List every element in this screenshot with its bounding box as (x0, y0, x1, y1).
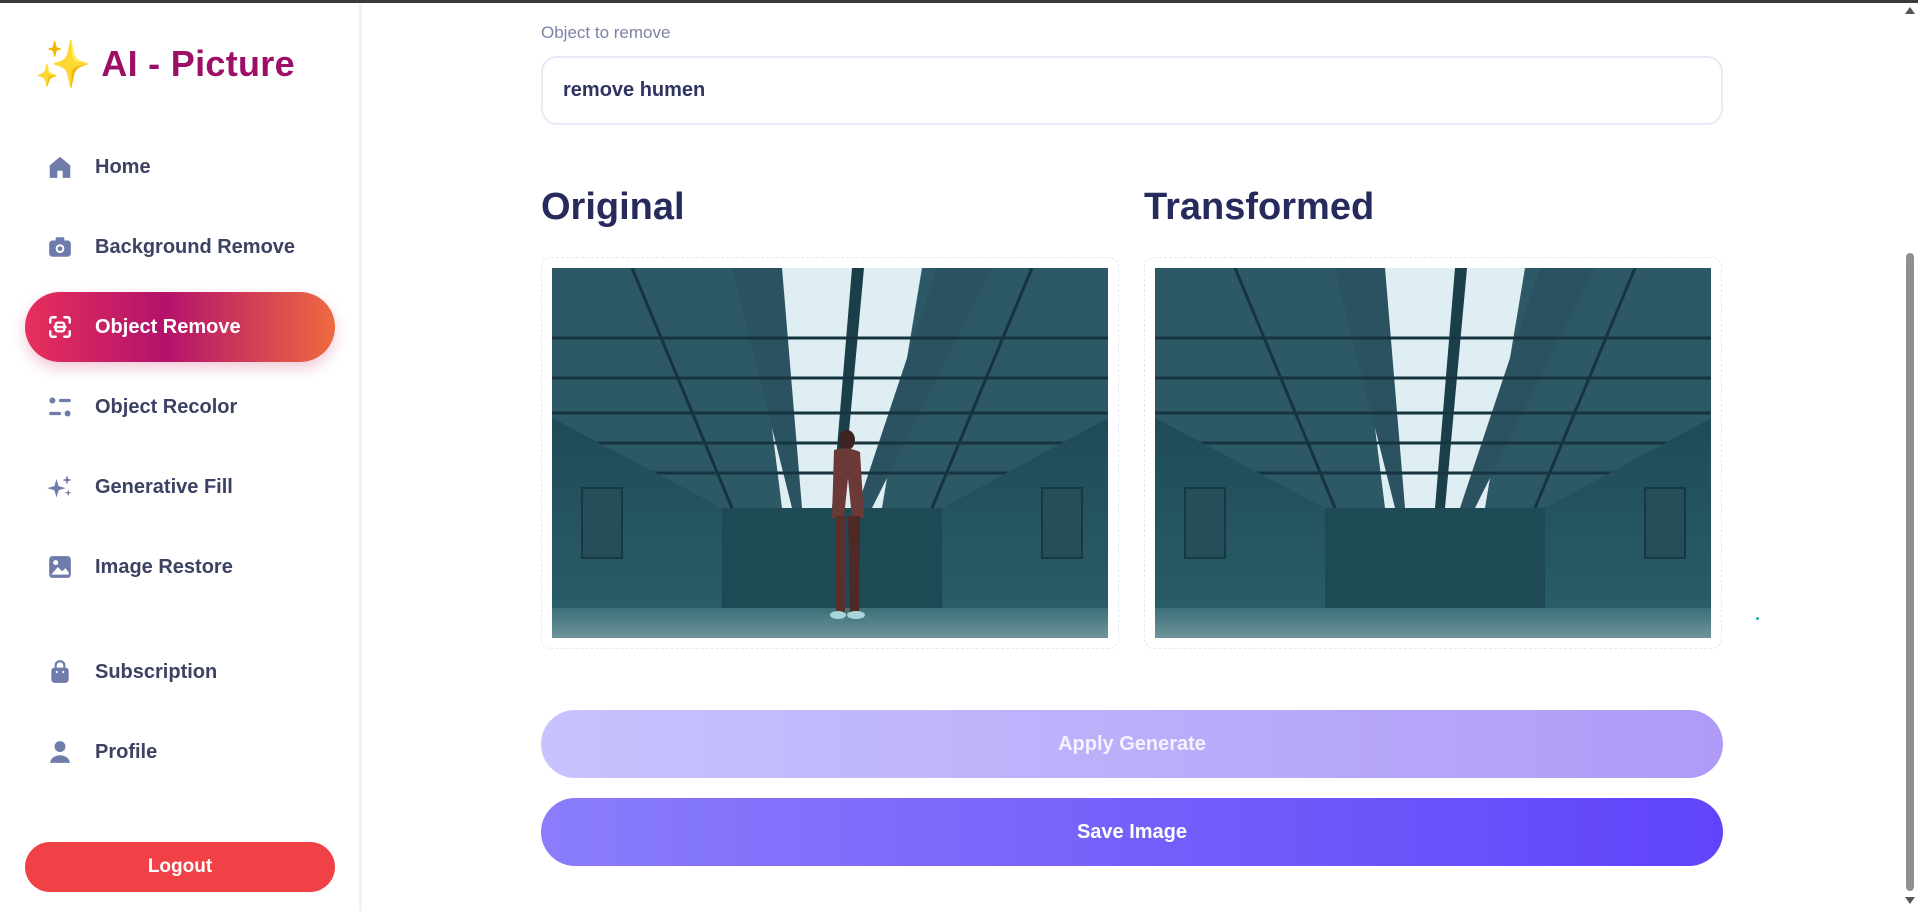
user-icon (45, 737, 75, 767)
sidebar-item-label: Image Restore (95, 555, 233, 578)
camera-icon (45, 232, 75, 262)
sidebar-item-label: Generative Fill (95, 475, 233, 498)
sidebar-item-label: Object Remove (95, 315, 241, 338)
original-image (552, 268, 1108, 638)
sidebar-item-label: Background Remove (95, 235, 296, 258)
transformed-image-frame (1144, 257, 1722, 649)
transformed-image (1155, 268, 1711, 638)
save-image-button[interactable]: Save Image (541, 798, 1723, 866)
object-to-remove-input[interactable] (541, 56, 1723, 125)
transformed-title: Transformed (1144, 186, 1375, 228)
app-logo[interactable]: ✨ AI - Picture (34, 41, 295, 87)
scan-icon (45, 312, 75, 342)
app-title: AI - Picture (101, 43, 295, 84)
logout-button[interactable]: Logout (25, 842, 335, 892)
scroll-down-arrow-icon[interactable] (1905, 897, 1915, 904)
original-title: Original (541, 186, 685, 228)
filter-icon (45, 392, 75, 422)
sidebar-item-subscription[interactable]: Subscription (25, 637, 335, 707)
object-field-label: Object to remove (541, 23, 671, 42)
sidebar-item-image-restore[interactable]: Image Restore (25, 532, 335, 602)
sidebar-item-object-remove[interactable]: Object Remove (25, 292, 335, 362)
sidebar-item-label: Home (95, 155, 151, 178)
home-icon (45, 152, 75, 182)
sidebar-item-label: Profile (95, 740, 158, 763)
sidebar-item-label: Subscription (95, 660, 218, 683)
scrollbar-thumb[interactable] (1906, 253, 1914, 891)
image-icon (45, 552, 75, 582)
sparkles-icon: ✨ (34, 38, 92, 90)
sidebar-item-object-recolor[interactable]: Object Recolor (25, 372, 335, 442)
stars-icon (45, 472, 75, 502)
sidebar-item-generative-fill[interactable]: Generative Fill (25, 452, 335, 522)
sidebar-item-label: Object Recolor (95, 395, 238, 418)
bag-icon (45, 657, 75, 687)
sidebar-item-home[interactable]: Home (25, 132, 335, 202)
sidebar-item-background-remove[interactable]: Background Remove (25, 212, 335, 282)
apply-generate-button[interactable]: Apply Generate (541, 710, 1723, 778)
scroll-up-arrow-icon[interactable] (1905, 7, 1915, 14)
sidebar: ✨ AI - Picture Home Background Remove Ob… (0, 3, 362, 911)
sidebar-item-profile[interactable]: Profile (25, 717, 335, 787)
decorative-dot (1756, 617, 1759, 620)
original-image-frame (541, 257, 1119, 649)
